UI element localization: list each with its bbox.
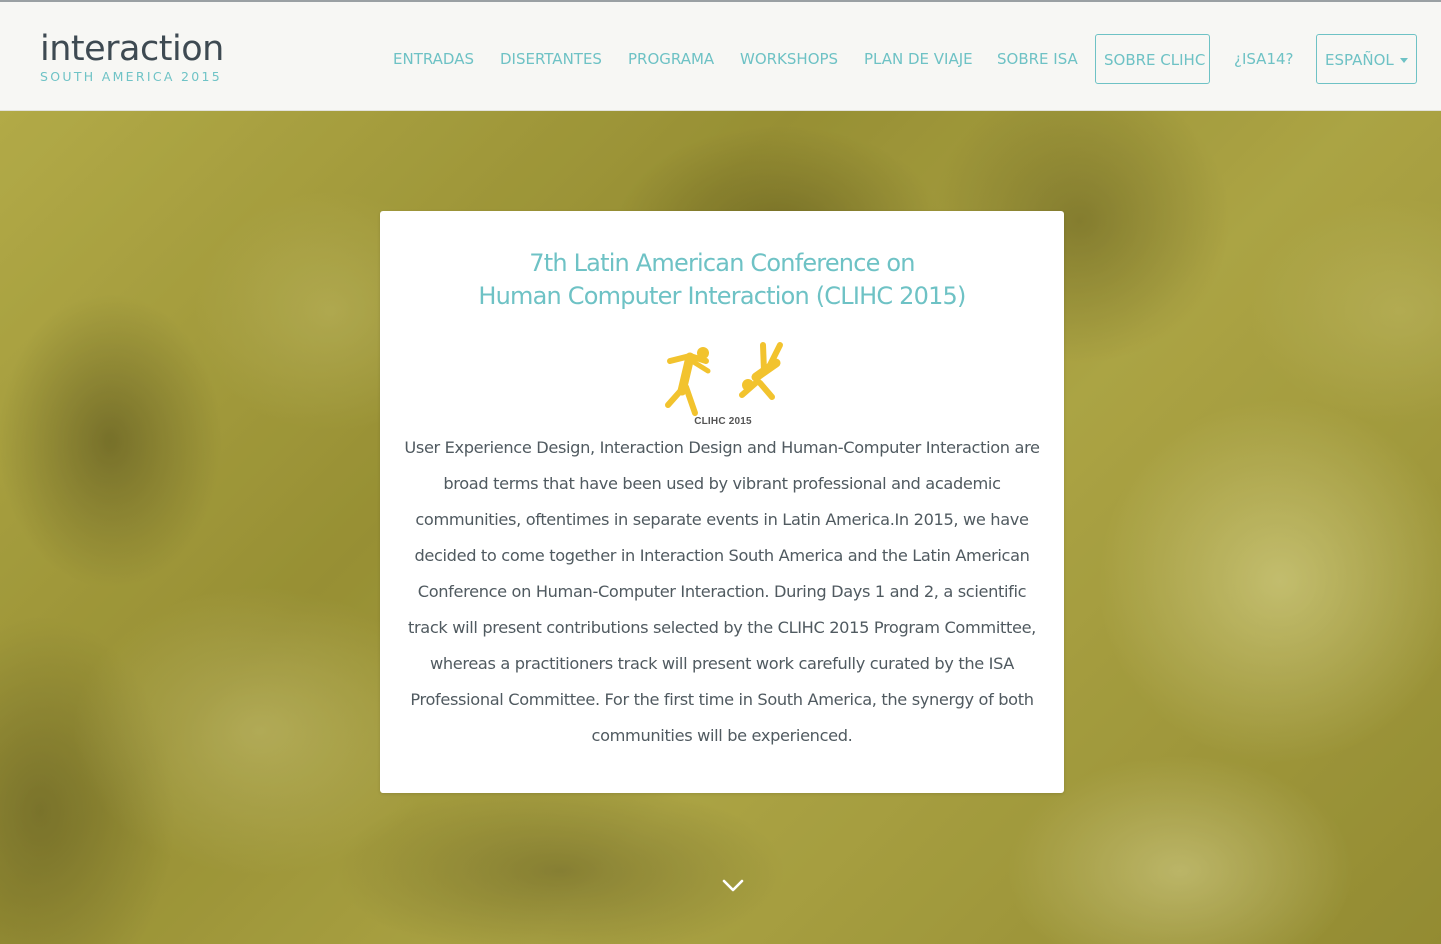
- nav-item-sobre-clihc[interactable]: SOBRE CLIHC: [1095, 34, 1210, 84]
- caret-down-icon: [1399, 58, 1408, 63]
- language-label: ESPAÑOL: [1325, 51, 1394, 69]
- nav-item-isa14[interactable]: ¿ISA14?: [1234, 34, 1294, 84]
- card-title-line-2: Human Computer Interaction (CLIHC 2015): [478, 282, 966, 310]
- clihc-figures-icon: [665, 342, 783, 416]
- nav-item-workshops[interactable]: WORKSHOPS: [740, 34, 838, 84]
- scroll-down-button[interactable]: [721, 876, 745, 896]
- main-nav: ENTRADAS DISERTANTES PROGRAMA WORKSHOPS …: [0, 34, 1441, 84]
- card-title: 7th Latin American Conference on Human C…: [380, 247, 1064, 313]
- nav-item-sobre-isa[interactable]: SOBRE ISA: [997, 34, 1078, 84]
- card-description: User Experience Design, Interaction Desi…: [404, 438, 1040, 745]
- nav-item-programa[interactable]: PROGRAMA: [628, 34, 714, 84]
- nav-item-disertantes[interactable]: DISERTANTES: [500, 34, 602, 84]
- nav-item-entradas[interactable]: ENTRADAS: [393, 34, 474, 84]
- language-dropdown[interactable]: ESPAÑOL: [1316, 34, 1417, 84]
- clihc-logo: CLIHC 2015: [660, 339, 786, 431]
- clihc-info-card: 7th Latin American Conference on Human C…: [380, 211, 1064, 793]
- chevron-down-icon: [722, 879, 744, 892]
- logo-caption: CLIHC 2015: [694, 416, 752, 427]
- card-title-line-1: 7th Latin American Conference on: [529, 249, 915, 277]
- nav-item-plan-de-viaje[interactable]: PLAN DE VIAJE: [864, 34, 973, 84]
- site-header: interaction SOUTH AMERICA 2015 ENTRADAS …: [0, 0, 1441, 111]
